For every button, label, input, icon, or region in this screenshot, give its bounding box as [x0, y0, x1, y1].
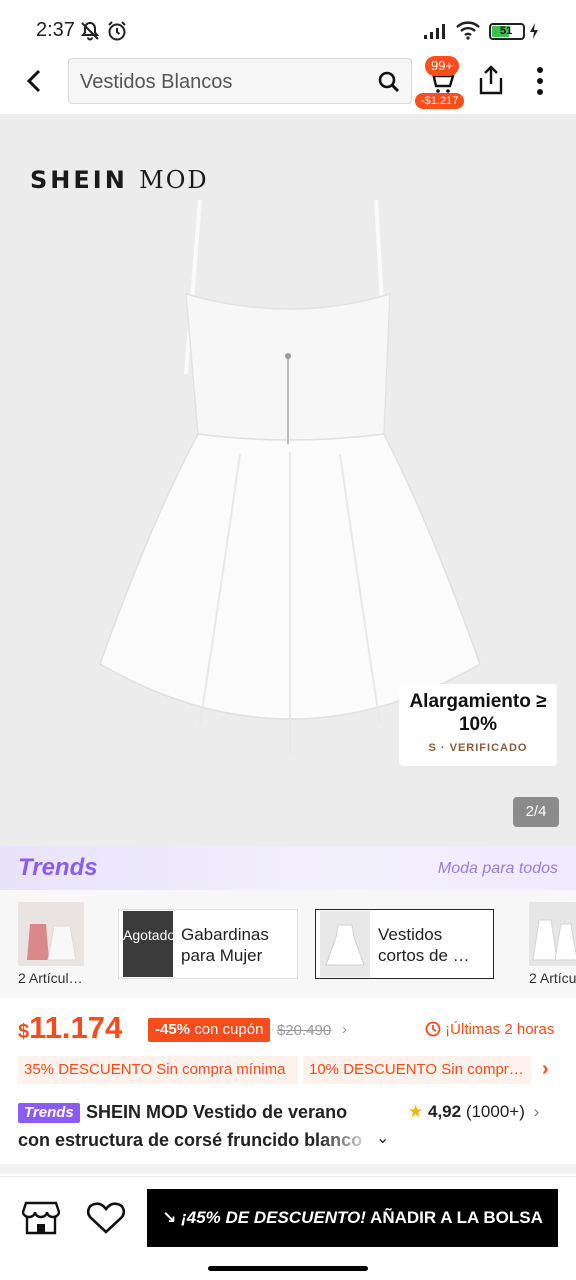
charging-icon	[530, 23, 538, 39]
system-nav-bar	[0, 1256, 576, 1280]
trend-card-label-line2: para Mujer	[181, 946, 263, 965]
add-to-bag-button[interactable]: ↘ ¡45% DE DESCUENTO! AÑADIR A LA BOLSA	[147, 1189, 558, 1247]
star-icon: ★	[408, 1102, 424, 1121]
price-amount: 11.174	[29, 1010, 123, 1045]
price-currency: $	[18, 1021, 30, 1043]
battery-icon: 51	[489, 23, 525, 40]
stretch-badge: Alargamiento ≥ 10% S · VERIFICADO	[399, 684, 557, 766]
price-row: $11.174 -45% con cupón $20.490 › ¡Última…	[0, 998, 576, 1052]
pink-outfit-thumbnail	[18, 902, 84, 966]
search-header: Vestidos Blancos 99+ -$1.217	[0, 56, 576, 114]
trend-card-label: Vestidos cortos de …	[378, 924, 470, 966]
sold-out-thumbnail: Agotado	[123, 911, 176, 977]
chevron-right-icon[interactable]: ›	[342, 1021, 347, 1038]
store-icon[interactable]	[22, 1201, 60, 1235]
coupon-10[interactable]: 10% DESCUENTO Sin compr…	[303, 1056, 531, 1084]
discount-percent: -45%	[155, 1021, 191, 1038]
product-title-line1: SHEIN MOD Vestido de verano	[86, 1102, 348, 1122]
trend-side-card-right[interactable]	[529, 902, 576, 966]
coupon-chevron-icon[interactable]: ›	[542, 1058, 549, 1081]
coupon-row[interactable]: 35% DESCUENTO Sin compra mínima 10% DESC…	[0, 1052, 576, 1090]
dress-thumbnail-icon	[325, 924, 365, 966]
product-page: 2:37 51 Vestidos Blancos 99+ -$1.217 SHE…	[0, 0, 576, 1280]
countdown-timer: ¡Últimas 2 horas	[425, 1021, 554, 1038]
add-to-bag-discount: ¡45% DE DESCUENTO!	[181, 1208, 366, 1227]
trend-side-card-left[interactable]	[18, 902, 84, 966]
bottom-action-bar: ↘ ¡45% DE DESCUENTO! AÑADIR A LA BOLSA	[0, 1176, 576, 1256]
status-time: 2:37	[36, 19, 75, 41]
trend-card-gabardinas[interactable]: Agotado Gabardinas para Mujer	[118, 909, 298, 979]
rating-value: 4,92	[427, 1102, 462, 1121]
wifi-icon	[456, 21, 480, 40]
stretch-title: Alargamiento ≥ 10%	[409, 691, 547, 735]
signal-icon	[424, 24, 445, 39]
coupon-35[interactable]: 35% DESCUENTO Sin compra mínima	[18, 1056, 298, 1084]
trend-card-vestidos[interactable]: Vestidos cortos de …	[315, 909, 494, 979]
brand-logo: SHEIN MOD	[30, 166, 209, 194]
rating-chevron-icon: ›	[533, 1102, 540, 1121]
dress-thumbnail	[320, 911, 370, 977]
trend-down-icon: ↘	[162, 1208, 177, 1227]
status-bar: 2:37 51	[0, 0, 576, 56]
trends-banner[interactable]: Trends Moda para todos	[0, 846, 576, 890]
rating[interactable]: ★ 4,92 (1000+) ›	[408, 1102, 539, 1122]
discount-suffix: con cupón	[194, 1021, 264, 1038]
product-title-row[interactable]: Trends SHEIN MOD Vestido de verano con e…	[0, 1092, 576, 1162]
trends-carousel[interactable]: 2 Artícul… Agotado Gabardinas para Mujer…	[0, 890, 576, 998]
expand-chevron-icon[interactable]: ⌄	[376, 1128, 389, 1148]
search-query: Vestidos Blancos	[80, 71, 233, 93]
sold-out-label: Agotado	[123, 927, 176, 943]
trend-card-label-line1: Vestidos	[378, 925, 443, 944]
cart-savings-badge: -$1.217	[415, 93, 465, 109]
search-input[interactable]: Vestidos Blancos	[68, 58, 412, 104]
timer-text: ¡Últimas 2 horas	[445, 1021, 555, 1038]
trend-card-label-line2: cortos de …	[378, 946, 470, 965]
discount-badge: -45% con cupón	[148, 1018, 271, 1042]
notifications-off-icon	[80, 21, 100, 41]
brand-name: SHEIN	[30, 166, 128, 194]
original-price[interactable]: $20.490	[277, 1022, 331, 1039]
section-divider	[0, 1164, 576, 1174]
white-dress-thumbnail	[529, 902, 576, 966]
title-fade	[318, 1128, 374, 1154]
trend-side-label-right: 2 Artícu	[529, 970, 576, 986]
trend-card-label: Gabardinas para Mujer	[181, 924, 269, 966]
trend-side-label-left: 2 Artícul…	[18, 970, 83, 986]
back-arrow-icon[interactable]	[22, 68, 48, 94]
wishlist-heart-icon[interactable]	[86, 1201, 126, 1235]
brand-suffix: MOD	[139, 166, 209, 194]
stretch-verified: S · VERIFICADO	[428, 742, 528, 754]
trend-card-label-line1: Gabardinas	[181, 925, 269, 944]
add-to-bag-label: AÑADIR A LA BOLSA	[370, 1208, 543, 1227]
alarm-icon	[108, 21, 126, 41]
share-icon[interactable]	[477, 64, 505, 96]
battery-percent: 51	[500, 25, 513, 37]
image-counter: 2/4	[513, 797, 559, 827]
trends-slogan: Moda para todos	[437, 860, 558, 877]
trends-logo: Trends	[18, 854, 98, 881]
clock-icon	[425, 1021, 441, 1037]
review-count: (1000+)	[465, 1102, 525, 1121]
more-options-icon[interactable]	[534, 66, 546, 96]
current-price: $11.174	[18, 1010, 122, 1046]
home-indicator[interactable]	[208, 1266, 368, 1271]
search-icon[interactable]	[377, 70, 401, 94]
product-image-gallery[interactable]: SHEIN MOD Alargamiento ≥ 10% S · VERIFIC…	[0, 114, 576, 846]
cart-count-badge: 99+	[425, 56, 459, 76]
trends-tag: Trends	[18, 1103, 80, 1123]
